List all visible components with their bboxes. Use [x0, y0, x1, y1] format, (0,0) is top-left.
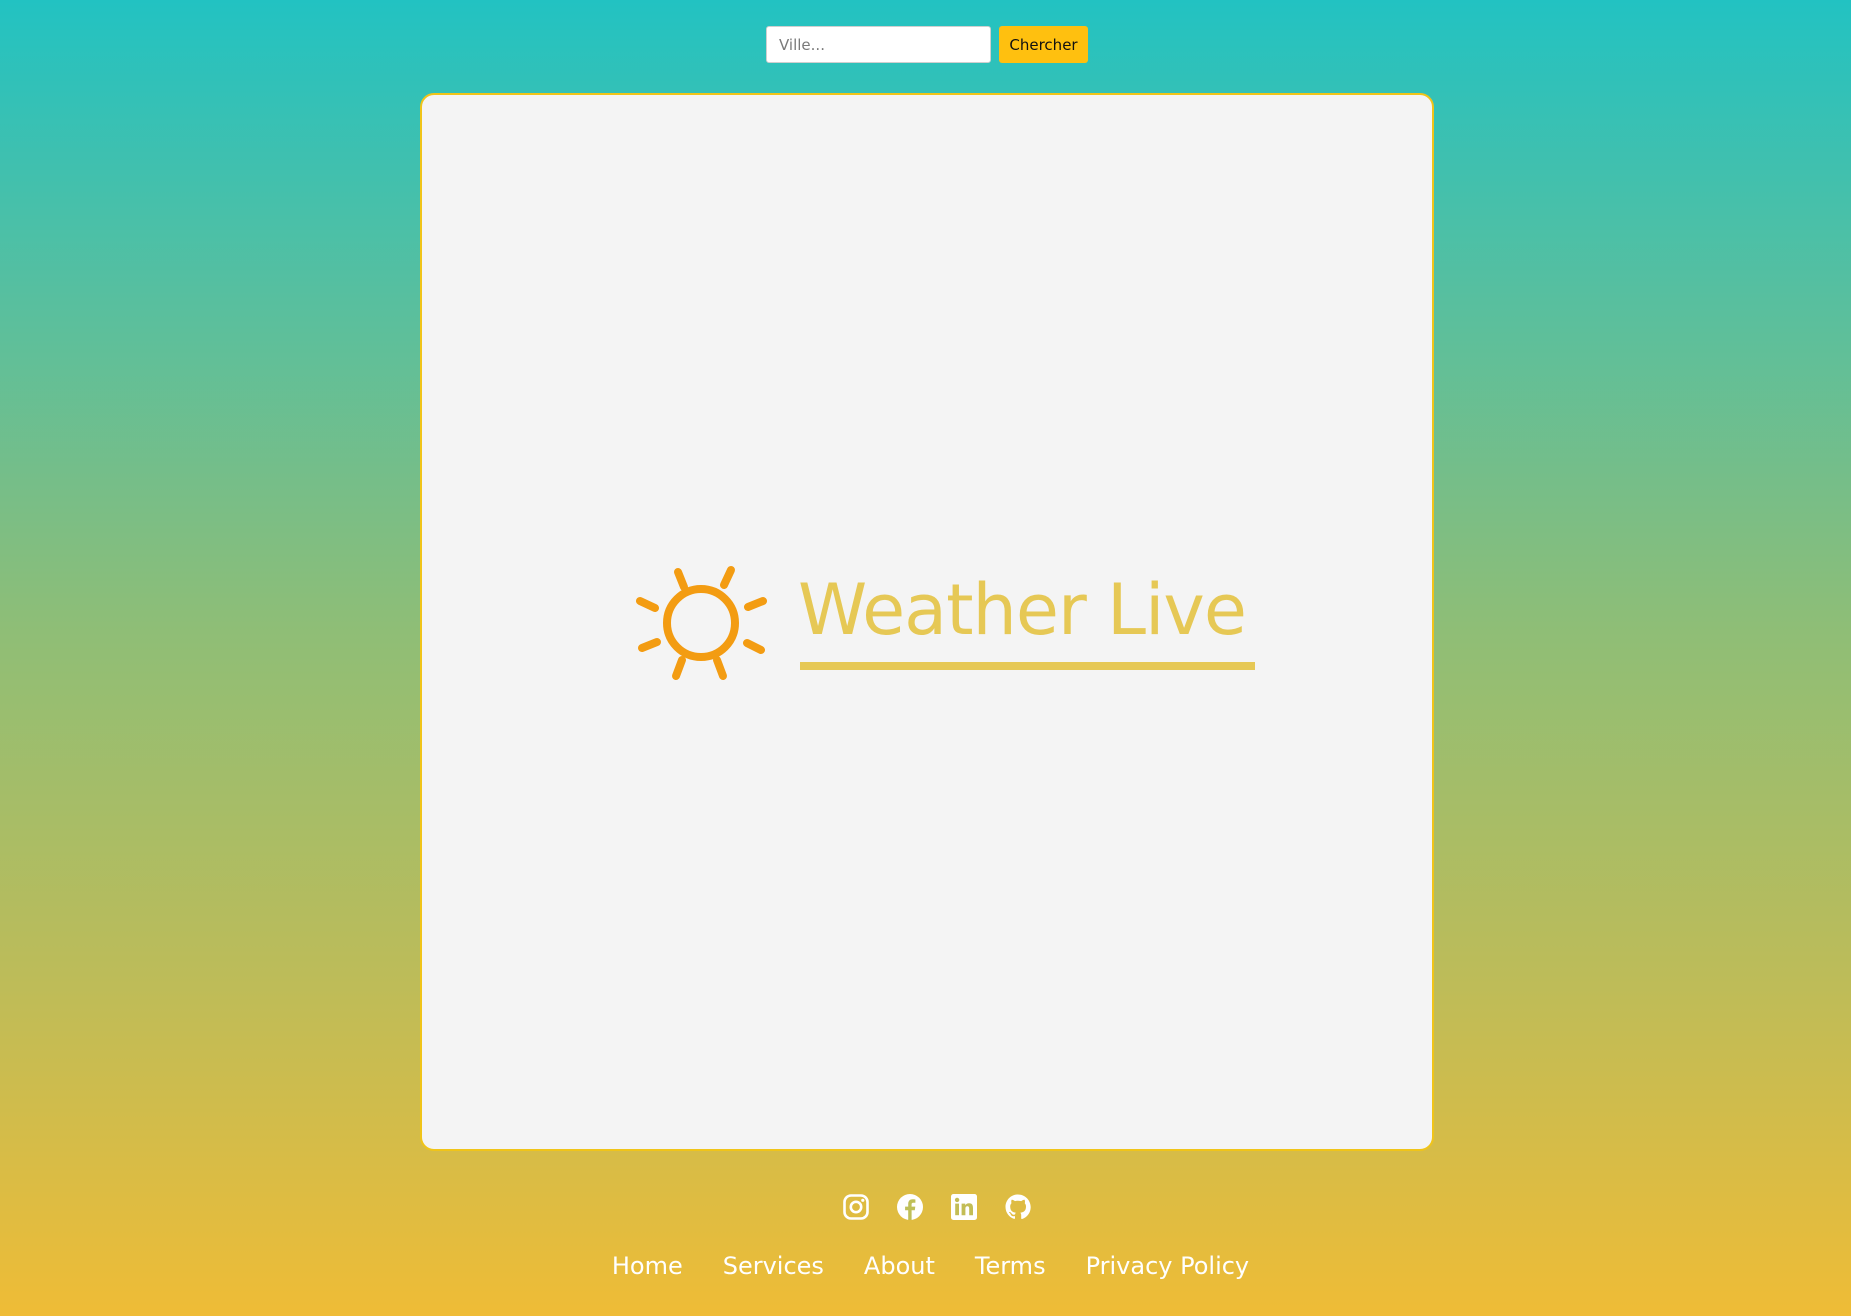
brand-underline — [800, 662, 1255, 670]
brand-logo: Weather Live — [628, 550, 1268, 696]
footer-link-services[interactable]: Services — [723, 1252, 824, 1280]
city-search-input[interactable] — [766, 26, 991, 63]
sun-icon — [636, 566, 767, 680]
search-bar: Chercher — [766, 26, 1088, 63]
social-links — [842, 1193, 1032, 1221]
facebook-icon[interactable] — [896, 1193, 924, 1221]
instagram-icon[interactable] — [842, 1193, 870, 1221]
footer-nav: Home Services About Terms Privacy Policy — [0, 1252, 1851, 1280]
github-icon[interactable] — [1004, 1193, 1032, 1221]
footer-link-about[interactable]: About — [864, 1252, 935, 1280]
brand-title: Weather Live — [798, 569, 1247, 651]
footer-link-privacy-policy[interactable]: Privacy Policy — [1086, 1252, 1250, 1280]
search-button[interactable]: Chercher — [999, 26, 1088, 63]
linkedin-icon[interactable] — [950, 1193, 978, 1221]
footer-link-terms[interactable]: Terms — [975, 1252, 1046, 1280]
footer-link-home[interactable]: Home — [612, 1252, 683, 1280]
